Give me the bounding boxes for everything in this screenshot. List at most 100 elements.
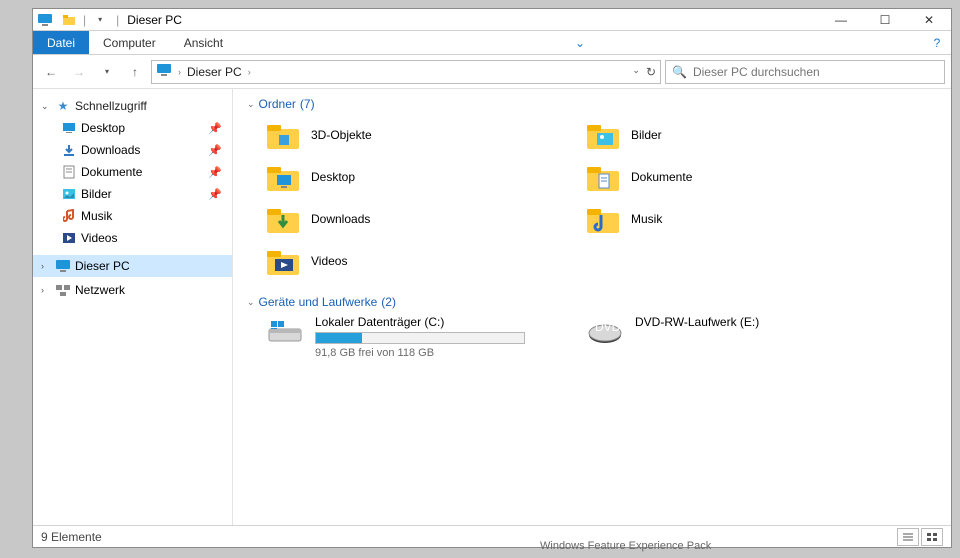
folder-label: 3D-Objekte (311, 128, 372, 142)
pin-icon: 📌 (208, 144, 222, 157)
folder-item[interactable]: Videos (265, 243, 565, 279)
item-icon (61, 142, 77, 158)
sidebar-this-pc[interactable]: › Dieser PC (33, 255, 232, 277)
folder-label: Bilder (631, 128, 662, 142)
this-pc-small-icon (156, 63, 172, 80)
qat-separator: | (83, 13, 86, 27)
group-header-drives[interactable]: ⌄ Geräte und Laufwerke (2) (239, 291, 951, 313)
chevron-down-icon[interactable]: ⌄ (41, 101, 51, 112)
folder-item[interactable]: Bilder (585, 117, 885, 153)
item-icon (61, 208, 77, 224)
qat-dropdown-icon[interactable]: ▾ (92, 12, 108, 28)
sidebar-item-label: Musik (81, 209, 112, 223)
status-item-count: 9 Elemente (41, 530, 102, 544)
address-row: ← → ▾ ↑ › Dieser PC › ⌄ ↻ 🔍 (33, 55, 951, 89)
title-bar: | ▾ | Dieser PC — ☐ ✕ (33, 9, 951, 31)
folder-item[interactable]: Dokumente (585, 159, 885, 195)
sidebar-item-label: Desktop (81, 121, 125, 135)
folder-icon (585, 203, 621, 235)
drive-item[interactable]: Lokaler Datenträger (C:) 91,8 GB frei von… (265, 315, 565, 359)
maximize-button[interactable]: ☐ (863, 9, 907, 31)
folder-item[interactable]: Musik (585, 201, 885, 237)
folder-icon (585, 161, 621, 193)
sidebar-quick-item[interactable]: Downloads 📌 (33, 139, 232, 161)
folder-label: Videos (311, 254, 347, 268)
sidebar-quick-access[interactable]: ⌄ ★ Schnellzugriff (33, 95, 232, 117)
this-pc-icon (55, 258, 71, 274)
group-count: (2) (381, 295, 396, 309)
folder-item[interactable]: 3D-Objekte (265, 117, 565, 153)
group-label: Ordner (259, 97, 296, 111)
pin-icon: 📌 (208, 166, 222, 179)
sidebar-item-label: Bilder (81, 187, 112, 201)
sidebar-quick-item[interactable]: Dokumente 📌 (33, 161, 232, 183)
breadcrumb-sep-icon[interactable]: › (178, 67, 181, 77)
breadcrumb-sep-icon[interactable]: › (248, 67, 251, 77)
minimize-button[interactable]: — (819, 9, 863, 31)
network-icon (55, 282, 71, 298)
tab-view[interactable]: Ansicht (170, 31, 237, 54)
address-dropdown-icon[interactable]: ⌄ (632, 65, 640, 79)
ribbon-help-icon[interactable]: ⌄ (566, 31, 594, 54)
chevron-down-icon[interactable]: ⌄ (247, 99, 255, 110)
sidebar-quick-item[interactable]: Videos (33, 227, 232, 249)
folder-icon (61, 12, 77, 28)
star-icon: ★ (55, 98, 71, 114)
content-pane: ⌄ Ordner (7) 3D-Objekte Bilder Desktop Doku… (233, 89, 951, 525)
drive-label: Lokaler Datenträger (C:) (315, 315, 535, 329)
folder-icon (265, 245, 301, 277)
address-bar[interactable]: › Dieser PC › ⌄ ↻ (151, 60, 661, 84)
item-icon (61, 230, 77, 246)
background-text: Windows Feature Experience Pack (540, 540, 711, 552)
sidebar-quick-item[interactable]: Musik (33, 205, 232, 227)
sidebar-item-label: Schnellzugriff (75, 99, 147, 113)
folder-item[interactable]: Downloads (265, 201, 565, 237)
up-button[interactable]: ↑ (123, 60, 147, 84)
close-button[interactable]: ✕ (907, 9, 951, 31)
chevron-right-icon[interactable]: › (41, 285, 51, 295)
chevron-down-icon[interactable]: ⌄ (247, 297, 255, 308)
sidebar-item-label: Dieser PC (75, 259, 130, 273)
ribbon-question-icon[interactable]: ? (923, 31, 951, 54)
sidebar-item-label: Netzwerk (75, 283, 125, 297)
folder-item[interactable]: Desktop (265, 159, 565, 195)
folder-icon (265, 119, 301, 151)
sidebar-quick-item[interactable]: Bilder📌 (33, 183, 232, 205)
group-label: Geräte und Laufwerke (259, 295, 378, 309)
group-header-folders[interactable]: ⌄ Ordner (7) (239, 93, 951, 115)
item-icon (61, 164, 77, 180)
drive-icon (265, 315, 305, 349)
tab-computer[interactable]: Computer (89, 31, 170, 54)
sidebar-network[interactable]: › Netzwerk (33, 279, 232, 301)
svg-text:DVD: DVD (595, 320, 621, 334)
drive-capacity-bar (315, 332, 525, 344)
search-box[interactable]: 🔍 (665, 60, 945, 84)
ribbon-tabs: Datei Computer Ansicht ⌄ ? (33, 31, 951, 55)
sidebar-item-label: Downloads (81, 143, 140, 157)
back-button[interactable]: ← (39, 60, 63, 84)
search-icon: 🔍 (672, 65, 687, 79)
refresh-icon[interactable]: ↻ (646, 65, 656, 79)
explorer-window: | ▾ | Dieser PC — ☐ ✕ Datei Computer Ans… (32, 8, 952, 548)
folder-icon (265, 203, 301, 235)
drive-free-text: 91,8 GB frei von 118 GB (315, 347, 535, 359)
view-details-button[interactable] (897, 528, 919, 546)
drive-item[interactable]: DVD DVD-RW-Laufwerk (E:) (585, 315, 885, 359)
folder-label: Musik (631, 212, 662, 226)
tab-file[interactable]: Datei (33, 31, 89, 54)
search-input[interactable] (693, 65, 938, 79)
item-icon (61, 120, 77, 136)
drive-label: DVD-RW-Laufwerk (E:) (635, 315, 855, 329)
breadcrumb-root[interactable]: Dieser PC (187, 65, 242, 79)
view-icons-button[interactable] (921, 528, 943, 546)
recent-dropdown-icon[interactable]: ▾ (95, 60, 119, 84)
window-title: Dieser PC (127, 13, 182, 27)
forward-button[interactable]: → (67, 60, 91, 84)
chevron-right-icon[interactable]: › (41, 261, 51, 271)
folder-label: Desktop (311, 170, 355, 184)
sidebar-item-label: Dokumente (81, 165, 142, 179)
folder-label: Downloads (311, 212, 370, 226)
qat-separator2: | (116, 13, 119, 27)
sidebar-quick-item[interactable]: Desktop 📌 (33, 117, 232, 139)
pin-icon: 📌 (208, 122, 222, 135)
